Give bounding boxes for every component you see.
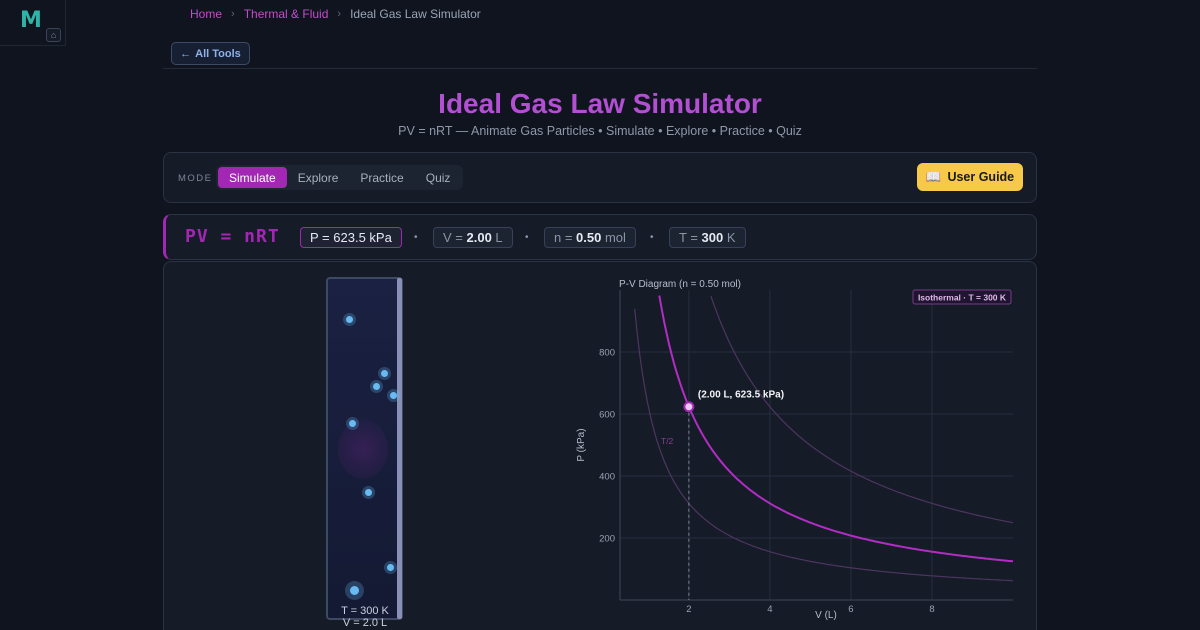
gas-particle (346, 316, 353, 323)
moles-unit: mol (601, 230, 626, 245)
moles-value: 0.50 (576, 230, 602, 245)
tab-simulate[interactable]: Simulate (218, 167, 287, 188)
tab-quiz[interactable]: Quiz (415, 167, 462, 188)
gas-particle (373, 383, 380, 390)
breadcrumb-current: Ideal Gas Law Simulator (350, 7, 481, 21)
gas-particle (390, 392, 397, 399)
pressure-value: 623.5 (333, 230, 366, 245)
container-volume-label: V = 2.0 L (342, 617, 388, 629)
user-guide-label: User Guide (947, 170, 1015, 184)
tab-practice[interactable]: Practice (349, 167, 414, 188)
breadcrumb-separator-icon: › (231, 8, 235, 20)
separator-dot: • (525, 232, 529, 243)
piston-handle[interactable] (397, 278, 402, 619)
volume-unit: L (491, 230, 503, 245)
tab-explore[interactable]: Explore (287, 167, 350, 188)
temperature-prefix: T = (679, 230, 702, 245)
volume-readout: V = 2.00 L (433, 227, 513, 248)
user-guide-button[interactable]: 📖 User Guide (917, 163, 1023, 191)
all-tools-label: All Tools (195, 47, 241, 60)
container-glow (338, 419, 388, 479)
pressure-prefix: P = (310, 230, 334, 245)
container-temperature-label: T = 300 K (341, 605, 389, 617)
home-icon[interactable]: ⌂ (46, 28, 61, 42)
gas-particle (349, 420, 356, 427)
pressure-unit: kPa (365, 230, 392, 245)
temperature-value: 300 (701, 230, 724, 245)
formula-panel: PV = nRT P = 623.5 kPa • V = 2.00 L • n … (163, 214, 1037, 260)
mode-panel: MODE Simulate Explore Practice Quiz 📖 Us… (163, 152, 1037, 203)
mode-tabs: Simulate Explore Practice Quiz (216, 165, 464, 190)
temperature-unit: K (723, 230, 736, 245)
breadcrumb-separator-icon: › (337, 8, 342, 20)
divider (163, 68, 1037, 69)
formula-text: PV = nRT (185, 226, 280, 247)
separator-dot: • (414, 232, 418, 243)
page-subtitle: PV = nRT — Animate Gas Particles • Simul… (398, 124, 802, 138)
breadcrumb: Home › Thermal & Fluid › Ideal Gas Law S… (190, 6, 481, 22)
separator-dot: • (650, 232, 654, 243)
book-icon: 📖 (925, 169, 942, 184)
volume-value: 2.00 (466, 230, 492, 245)
page-title: Ideal Gas Law Simulator (438, 88, 762, 119)
logo-icon[interactable]: M (20, 8, 42, 33)
logo-area[interactable]: M ⌂ (0, 0, 66, 46)
moles-prefix: n = (554, 230, 577, 245)
all-tools-button[interactable]: ← All Tools (171, 42, 250, 65)
pressure-readout: P = 623.5 kPa (300, 227, 402, 248)
volume-prefix: V = (443, 230, 467, 245)
gas-particle (350, 586, 359, 595)
gas-particle (381, 370, 388, 377)
simulation-panel (163, 261, 1037, 630)
gas-particle (387, 564, 394, 571)
breadcrumb-home-link[interactable]: Home (190, 7, 222, 21)
gas-particle (365, 489, 372, 496)
moles-readout: n = 0.50 mol (544, 227, 636, 248)
temperature-readout: T = 300 K (669, 227, 746, 248)
mode-label: MODE (178, 173, 213, 184)
arrow-left-icon: ← (180, 47, 192, 60)
breadcrumb-section-link[interactable]: Thermal & Fluid (244, 7, 329, 21)
